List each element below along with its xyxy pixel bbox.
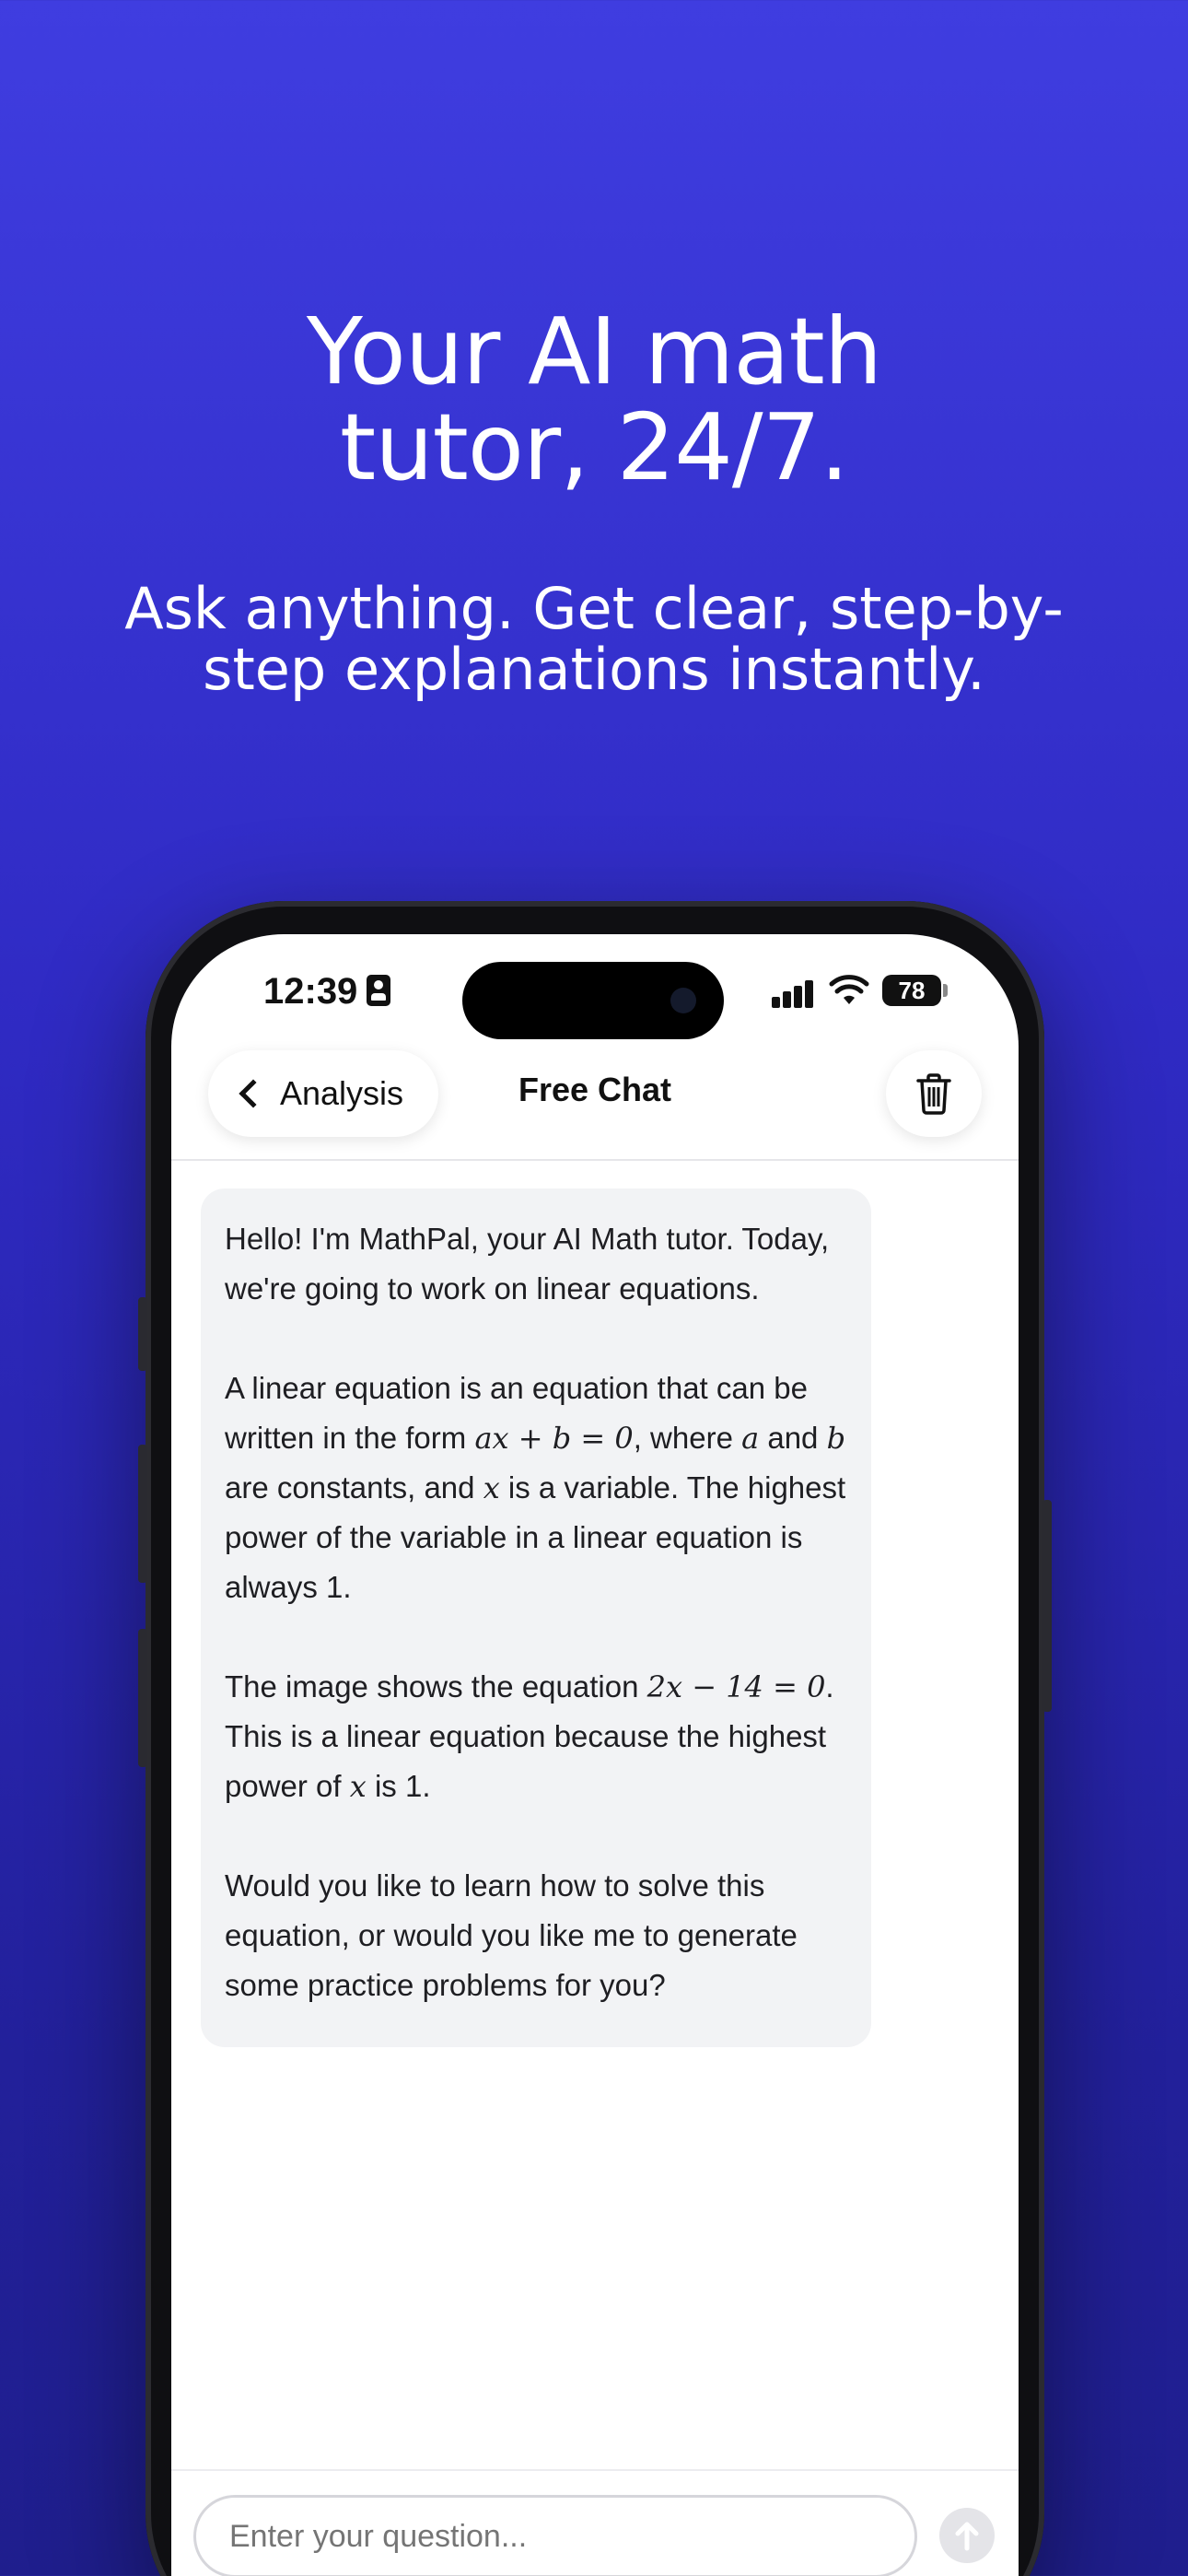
composer-bar	[171, 2469, 1019, 2576]
text-segment: and	[759, 1421, 827, 1455]
delete-chat-button[interactable]	[886, 1050, 982, 1137]
send-button[interactable]	[939, 2508, 995, 2563]
trash-icon	[916, 1073, 951, 1115]
nav-bar: Analysis Free Chat	[171, 1036, 1019, 1161]
status-time: 12:39	[263, 971, 358, 1012]
message-paragraph-3: The image shows the equation 2x − 14 = 0…	[225, 1662, 847, 1811]
wifi-icon	[829, 975, 869, 1004]
subheadline-line-1: Ask anything. Get clear, step-by-	[124, 575, 1064, 642]
math-variable: x	[349, 1769, 367, 1804]
back-button-label: Analysis	[280, 1074, 404, 1112]
math-expression: 2x − 14 = 0	[646, 1669, 826, 1704]
question-input[interactable]	[193, 2495, 917, 2576]
battery-tip	[943, 984, 948, 997]
arrow-up-icon	[955, 2522, 979, 2551]
subheadline: Ask anything. Get clear, step-by- step e…	[92, 579, 1096, 700]
math-variable: b	[826, 1421, 846, 1456]
dynamic-island	[462, 962, 724, 1039]
volume-down-button	[138, 1629, 147, 1767]
phone-frame: 12:39 78 Analysis Free Chat Hello! I'm M…	[138, 901, 1052, 2576]
assistant-message-bubble: Hello! I'm MathPal, your AI Math tutor. …	[201, 1188, 871, 2047]
message-paragraph-2: A linear equation is an equation that ca…	[225, 1364, 847, 1612]
camera-icon	[670, 988, 696, 1013]
back-button[interactable]: Analysis	[208, 1050, 439, 1137]
math-expression: ax + b = 0	[474, 1421, 634, 1456]
battery-icon: 78	[882, 975, 941, 1006]
headline-line-1: Your AI math	[306, 298, 882, 405]
headline: Your AI math tutor, 24/7.	[0, 304, 1188, 496]
text-segment: , where	[633, 1421, 742, 1455]
text-segment: are constants, and	[225, 1470, 483, 1505]
math-variable: x	[483, 1470, 500, 1505]
phone-screen: 12:39 78 Analysis Free Chat Hello! I'm M…	[171, 934, 1019, 2576]
id-badge-icon	[367, 975, 390, 1006]
subheadline-line-2: step explanations instantly.	[203, 636, 985, 703]
status-bar: 12:39 78	[171, 934, 1019, 1039]
action-button	[138, 1297, 147, 1371]
chevron-left-icon	[239, 1079, 268, 1108]
volume-up-button	[138, 1445, 147, 1583]
message-paragraph-1: Hello! I'm MathPal, your AI Math tutor. …	[225, 1222, 830, 1306]
cellular-signal-icon	[772, 980, 818, 1008]
power-button	[1042, 1500, 1052, 1712]
text-segment: The image shows the equation	[225, 1669, 647, 1704]
headline-line-2: tutor, 24/7.	[339, 393, 849, 501]
math-variable: a	[741, 1421, 760, 1456]
message-paragraph-4: Would you like to learn how to solve thi…	[225, 1868, 798, 2002]
text-segment: is 1.	[366, 1769, 431, 1803]
